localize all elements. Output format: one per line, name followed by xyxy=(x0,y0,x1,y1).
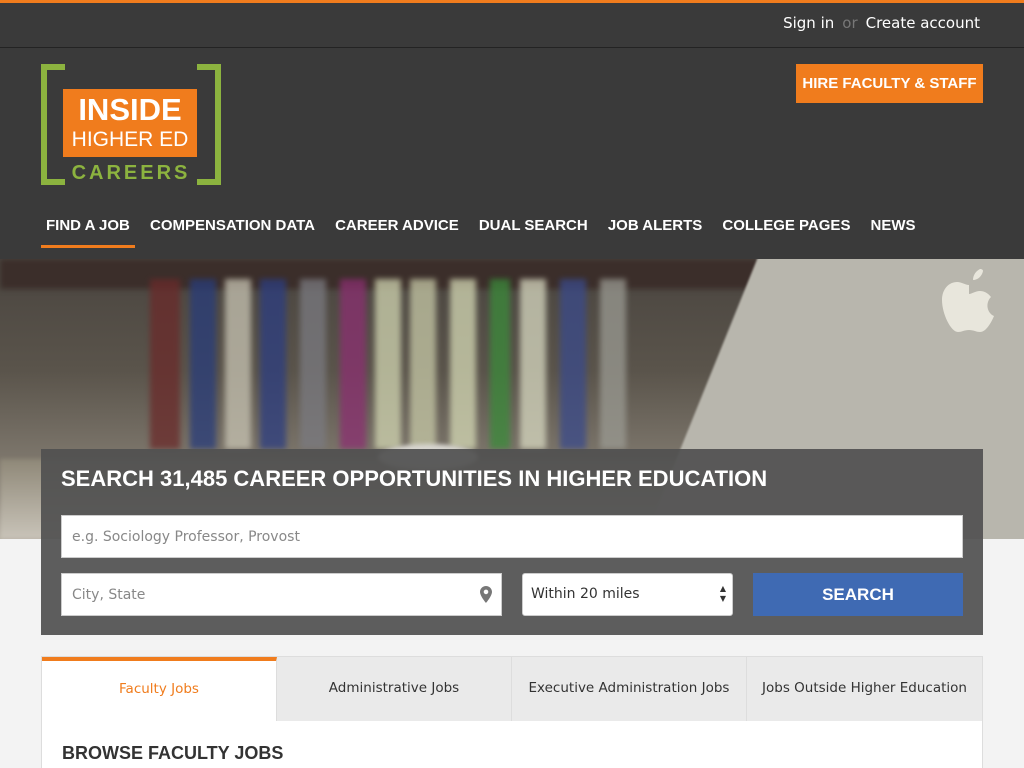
logo-orange-box: INSIDE HIGHER ED xyxy=(63,89,197,157)
tab-executive-administration-jobs[interactable]: Executive Administration Jobs xyxy=(512,657,747,721)
hero-book xyxy=(340,279,366,449)
hero-book xyxy=(260,279,286,449)
hero-book xyxy=(600,279,626,449)
site-logo[interactable]: INSIDE HIGHER ED CAREERS xyxy=(41,64,221,188)
browse-content: BROWSE FACULTY JOBS xyxy=(41,721,983,768)
nav-item-news[interactable]: NEWS xyxy=(866,208,921,248)
nav-item-dual-search[interactable]: DUAL SEARCH xyxy=(474,208,593,248)
search-title: SEARCH 31,485 CAREER OPPORTUNITIES IN HI… xyxy=(61,466,768,491)
keyword-search-input[interactable] xyxy=(61,515,963,558)
create-account-link[interactable]: Create account xyxy=(866,14,980,32)
hero-book xyxy=(225,279,251,449)
nav-item-find-a-job[interactable]: FIND A JOB xyxy=(41,208,135,248)
job-category-tabs: Faculty Jobs Administrative Jobs Executi… xyxy=(41,656,983,722)
tab-faculty-jobs[interactable]: Faculty Jobs xyxy=(42,657,277,722)
hero-book xyxy=(375,279,401,449)
job-search-panel: SEARCH 31,485 CAREER OPPORTUNITIES IN HI… xyxy=(41,449,983,635)
nav-item-career-advice[interactable]: CAREER ADVICE xyxy=(330,208,464,248)
sign-in-link[interactable]: Sign in xyxy=(783,14,834,32)
location-input[interactable] xyxy=(62,574,462,615)
nav-item-job-alerts[interactable]: JOB ALERTS xyxy=(603,208,707,248)
tab-administrative-jobs[interactable]: Administrative Jobs xyxy=(277,657,512,721)
map-pin-icon xyxy=(480,586,492,603)
hire-faculty-staff-button[interactable]: HIRE FACULTY & STAFF xyxy=(796,64,983,103)
hero-book xyxy=(560,279,586,449)
radius-select[interactable]: Within 20 miles ▲ ▼ xyxy=(522,573,733,616)
account-links: Sign in or Create account xyxy=(783,14,980,32)
nav-item-college-pages[interactable]: COLLEGE PAGES xyxy=(717,208,855,248)
site-header: Sign in or Create account INSIDE HIGHER ED… xyxy=(0,3,1024,259)
main-nav: FIND A JOB COMPENSATION DATA CAREER ADVI… xyxy=(41,208,926,248)
hero-book xyxy=(410,279,436,449)
logo-text-higher-ed: HIGHER ED xyxy=(71,128,189,151)
tab-jobs-outside-higher-education[interactable]: Jobs Outside Higher Education xyxy=(747,657,982,721)
apple-logo-icon xyxy=(942,269,994,332)
hero-book xyxy=(190,279,216,449)
search-button[interactable]: SEARCH xyxy=(753,573,963,616)
nav-item-compensation-data[interactable]: COMPENSATION DATA xyxy=(145,208,320,248)
location-field[interactable] xyxy=(61,573,502,616)
radius-selected-value: Within 20 miles xyxy=(531,586,640,602)
hero-book xyxy=(520,279,546,449)
select-arrows-icon: ▲ ▼ xyxy=(719,584,726,603)
hero-book xyxy=(150,279,180,449)
logo-text-careers: CAREERS xyxy=(71,162,191,184)
hero-book xyxy=(300,279,326,449)
utility-bar: Sign in or Create account xyxy=(0,3,1024,48)
browse-title: BROWSE FACULTY JOBS xyxy=(62,743,284,763)
hero-book xyxy=(450,279,476,449)
or-separator: or xyxy=(842,14,858,32)
logo-text-inside: INSIDE xyxy=(78,92,182,127)
hero-book xyxy=(490,279,510,449)
